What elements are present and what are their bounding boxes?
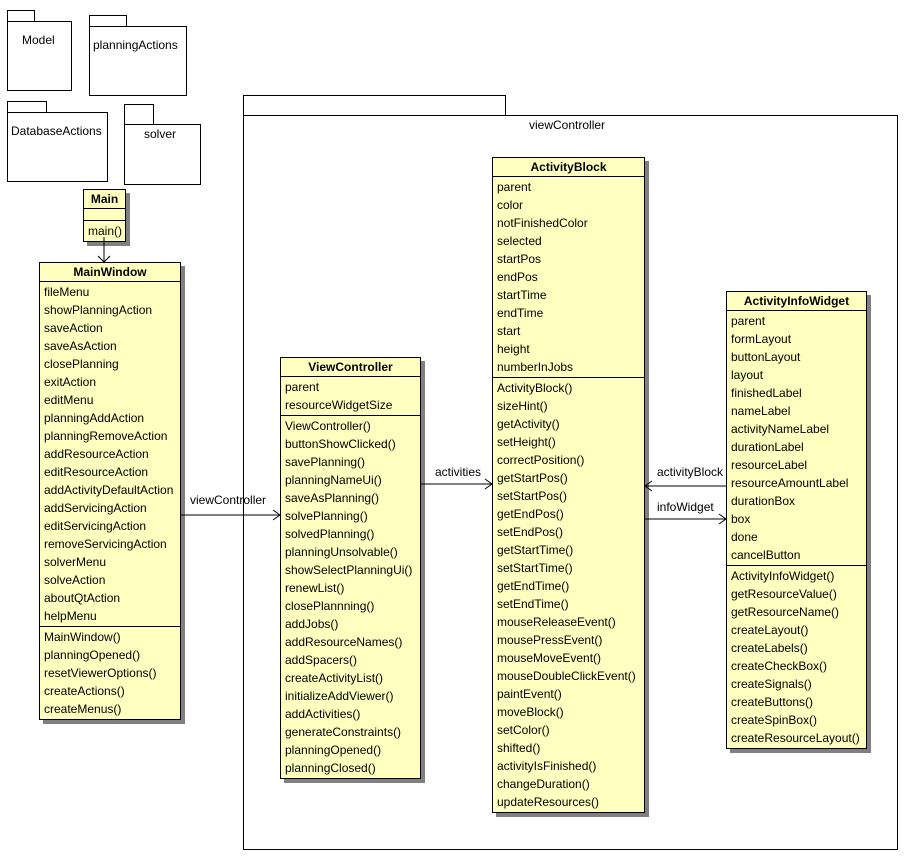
association-label: activities — [435, 465, 482, 479]
association-label: infoWidget — [657, 500, 714, 514]
uml-class-diagram: Model planningActions DatabaseActions so… — [0, 0, 906, 860]
association-infowidget-activityblock — [644, 480, 726, 492]
association-main-mainwindow — [97, 237, 111, 263]
association-mainwindow-viewcontroller — [181, 509, 281, 521]
association-label: viewController — [190, 493, 267, 507]
association-lines — [97, 237, 727, 525]
association-label: activityBlock — [657, 465, 724, 479]
association-viewcontroller-activityblock — [421, 478, 493, 490]
association-activityblock-infowidget — [645, 513, 727, 525]
